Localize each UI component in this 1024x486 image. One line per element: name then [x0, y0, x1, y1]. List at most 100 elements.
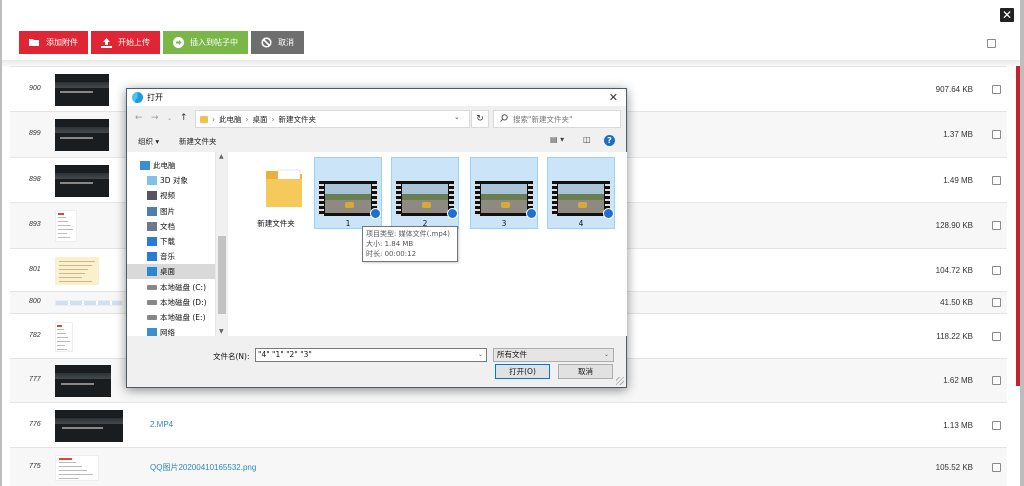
resize-grip-icon[interactable] — [616, 377, 624, 385]
tree-item[interactable]: 3D 对象 — [127, 173, 215, 188]
tree-item[interactable]: 桌面 — [127, 264, 215, 280]
tree-item[interactable]: 下载 — [127, 234, 215, 249]
refresh-button[interactable]: ↻ — [471, 110, 489, 128]
tree-item[interactable]: 音乐 — [127, 249, 215, 264]
attachment-thumbnail[interactable] — [55, 256, 99, 285]
address-dropdown-icon[interactable]: ⌄ — [454, 113, 460, 121]
attachment-thumbnail[interactable] — [55, 119, 109, 151]
row-checkbox[interactable] — [992, 376, 1001, 385]
tree-item-label: 3D 对象 — [160, 176, 188, 186]
tree-item[interactable]: 文档 — [127, 219, 215, 234]
video-file-item[interactable]: 1 — [314, 157, 382, 229]
video-file-item[interactable]: 3 — [470, 157, 538, 229]
tree-item-label: 本地磁盘 (D:) — [160, 297, 207, 307]
row-number: 801 — [29, 265, 41, 273]
scroll-down-icon[interactable]: ▼ — [219, 328, 224, 335]
video-file-item[interactable]: 4 — [547, 157, 615, 229]
file-name-label: 3 — [501, 219, 507, 228]
preview-pane-icon[interactable]: ◫ — [583, 135, 591, 144]
dialog-close-icon[interactable]: ✕ — [609, 91, 618, 104]
search-box[interactable]: 搜索"新建文件夹" — [493, 110, 621, 128]
dialog-titlebar[interactable]: 打开 ✕ — [127, 89, 626, 106]
dialog-cancel-button[interactable]: 取消 — [558, 364, 613, 379]
attachment-size: 118.22 KB — [936, 331, 973, 341]
attachment-size: 1.62 MB — [943, 376, 973, 385]
row-checkbox[interactable] — [992, 420, 1001, 430]
recent-chevron-icon[interactable]: ⌄ — [167, 115, 172, 122]
file-info-tooltip: 项目类型: 媒体文件(.mp4) 大小: 1.84 MB 时长: 00:00:1… — [362, 226, 458, 262]
select-all-checkbox[interactable] — [987, 39, 996, 48]
breadcrumb-desktop[interactable]: 桌面 — [253, 114, 268, 125]
open-button[interactable]: 打开(O) — [495, 364, 550, 379]
row-number: 899 — [29, 130, 41, 137]
attachment-thumbnail[interactable] — [55, 321, 73, 352]
attachment-filename[interactable]: QQ图片20200410165532.png — [150, 462, 256, 473]
tree-item[interactable]: 网络 — [127, 325, 215, 336]
search-icon — [500, 114, 508, 124]
list-scrollbar[interactable] — [1016, 66, 1020, 386]
table-row[interactable]: 776 2.MP4 1.13 MB — [10, 402, 1007, 447]
filename-input[interactable]: "4" "1" "2" "3" ⌄ — [255, 348, 487, 362]
attachment-thumbnail[interactable] — [55, 365, 111, 397]
tree-item[interactable]: 视频 — [127, 188, 215, 203]
cancel-upload-button[interactable]: 取消 — [251, 31, 304, 54]
view-options-icon[interactable]: ▤ ▾ — [550, 135, 564, 144]
tree-item[interactable]: 图片 — [127, 204, 215, 219]
row-number: 777 — [29, 376, 41, 383]
row-checkbox[interactable] — [992, 175, 1001, 185]
attachment-thumbnail[interactable] — [55, 455, 99, 481]
insert-into-post-label: 插入到帖子中 — [190, 38, 238, 47]
tree-item-label: 桌面 — [160, 267, 175, 277]
tree-item[interactable]: 本地磁盘 (C:) — [127, 280, 215, 295]
row-checkbox[interactable] — [992, 298, 1001, 307]
open-file-dialog: 打开 ✕ ← → ⌄ ↑ › 此电脑 › 桌面 › 新建文件夹 ⌄ ↻ 搜索"新… — [126, 88, 627, 388]
row-checkbox[interactable] — [992, 84, 1001, 94]
filetype-dropdown-icon: ⌄ — [603, 351, 609, 358]
start-upload-button[interactable]: 开始上传 — [91, 31, 160, 54]
forward-arrow-icon[interactable]: → — [151, 113, 159, 123]
row-number: 898 — [29, 175, 41, 183]
attachment-filename[interactable]: 2.MP4 — [150, 420, 173, 429]
attachment-thumbnail[interactable] — [55, 409, 123, 442]
new-folder-button[interactable]: 新建文件夹 — [179, 136, 217, 147]
attachment-thumbnail[interactable] — [55, 164, 109, 197]
video-thumbnail — [475, 181, 533, 216]
breadcrumb-new-folder[interactable]: 新建文件夹 — [279, 114, 317, 125]
row-checkbox[interactable] — [992, 130, 1001, 139]
filename-dropdown-icon[interactable]: ⌄ — [478, 349, 483, 361]
organize-menu[interactable]: 组织 ▾ — [138, 136, 159, 147]
breadcrumb-pc[interactable]: 此电脑 — [219, 114, 242, 125]
tree-item-label: 文档 — [160, 221, 175, 231]
close-icon[interactable]: ✕ — [1000, 8, 1014, 22]
tree-item[interactable]: 本地磁盘 (D:) — [127, 295, 215, 310]
attachment-thumbnail[interactable] — [55, 300, 123, 306]
row-checkbox[interactable] — [992, 331, 1001, 341]
row-checkbox[interactable] — [992, 221, 1001, 230]
attachment-thumbnail[interactable] — [55, 73, 109, 106]
cancel-upload-label: 取消 — [278, 38, 294, 47]
videos-icon — [147, 191, 157, 201]
add-attachment-button[interactable]: 添加附件 — [19, 31, 88, 54]
desktop-icon — [147, 267, 157, 277]
row-checkbox[interactable] — [992, 463, 1001, 472]
up-arrow-icon[interactable]: ↑ — [180, 113, 188, 123]
video-file-item[interactable]: 2 — [391, 157, 459, 229]
row-checkbox[interactable] — [992, 265, 1001, 275]
back-arrow-icon[interactable]: ← — [135, 113, 143, 123]
tree-item[interactable]: 本地磁盘 (E:) — [127, 310, 215, 325]
filetype-select[interactable]: 所有文件 ⌄ — [493, 348, 614, 362]
scrollbar-thumb[interactable] — [218, 236, 226, 314]
navigation-hscrollbar[interactable] — [127, 336, 228, 345]
navigation-pane-scrollbar[interactable]: ▲ ▼ — [215, 152, 227, 336]
attachment-thumbnail[interactable] — [55, 210, 77, 242]
tree-item[interactable]: 此电脑 — [127, 158, 215, 173]
scroll-up-icon[interactable]: ▲ — [219, 153, 224, 160]
filename-label: 文件名(N): — [213, 352, 250, 361]
attachment-size: 105.52 KB — [935, 463, 973, 472]
drive-icon — [147, 299, 157, 305]
insert-into-post-button[interactable]: 插入到帖子中 — [163, 31, 248, 54]
address-bar[interactable]: › 此电脑 › 桌面 › 新建文件夹 — [195, 110, 470, 128]
folder-item[interactable]: 新建文件夹 — [242, 157, 310, 229]
table-row[interactable]: 775 QQ图片20200410165532.png 105.52 KB — [10, 447, 1007, 486]
help-icon[interactable]: ? — [604, 135, 615, 146]
